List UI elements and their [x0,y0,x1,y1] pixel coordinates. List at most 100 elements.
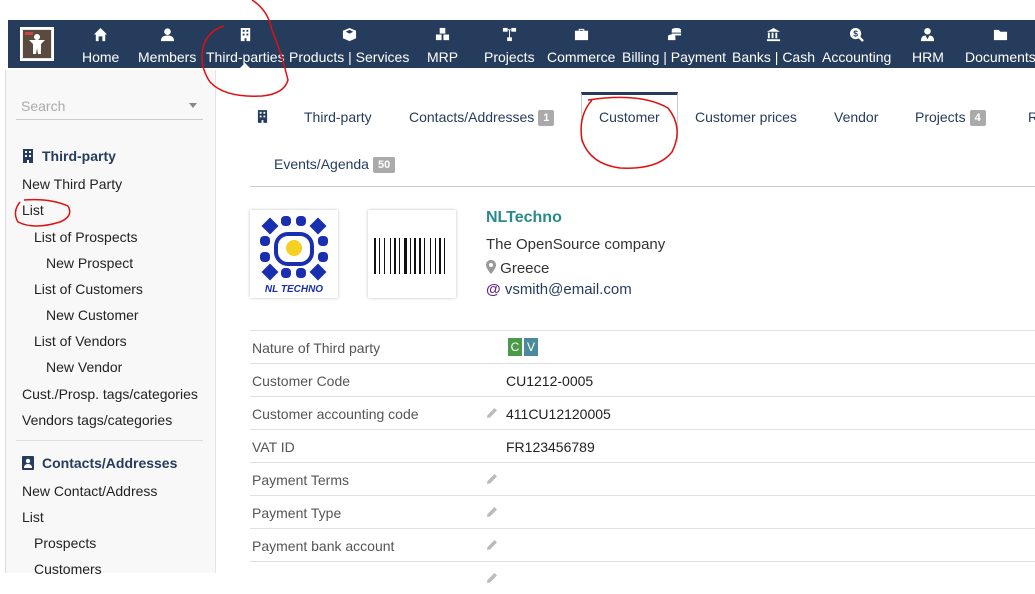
nav-members[interactable]: Members [138,20,196,68]
user-tie-icon [921,27,935,42]
pencil-icon[interactable] [486,473,498,485]
sidebar-item-new-customer[interactable]: New Customer [46,307,139,323]
nav-label: Projects [484,49,535,65]
cube-icon [342,27,356,42]
field-row-payment-terms: Payment Terms [250,462,1035,495]
sidebar-heading-contacts[interactable]: Contacts/Addresses [42,455,177,471]
nav-commerce[interactable]: Commerce [547,20,615,68]
nav-billing-payment[interactable]: Billing | Payment [622,20,726,68]
events-count-badge: 50 [372,157,396,173]
sidebar-item-new-contact[interactable]: New Contact/Address [22,483,157,499]
vendor-tag: V [524,338,538,356]
building-icon [240,27,250,42]
nav-third-parties[interactable]: Third-parties [206,20,285,69]
nav-accounting[interactable]: $ Accounting [822,20,891,68]
sitemap-icon [502,27,516,42]
search-placeholder: Search [21,98,66,114]
svg-text:$: $ [853,28,858,38]
field-row-payment-type: Payment Type [250,495,1035,528]
nav-label: Accounting [822,49,892,65]
email-value: vsmith@email.com [504,281,632,298]
nav-mrp[interactable]: MRP [427,20,458,68]
sidebar-item-contact-prospects[interactable]: Prospects [34,535,96,551]
nav-label: Billing | Payment [622,49,727,65]
field-label: Nature of Third party [252,340,381,356]
nav-hrm[interactable]: HRM [912,20,944,68]
field-row-payment-bank-account: Payment bank account [250,528,1035,561]
field-value: 411CU12120005 [506,406,611,422]
main-content: Third-party Contacts/Addresses 1 Customer… [216,70,1035,583]
sidebar-heading-third-party[interactable]: Third-party [42,148,116,164]
tab-customer-prices[interactable]: Customer prices [695,109,797,125]
projects-count-badge: 4 [969,110,986,126]
tab-third-party[interactable]: Third-party [304,109,372,125]
nav-documents[interactable]: Documents [965,20,1035,68]
nav-projects[interactable]: Projects [484,20,535,68]
nature-tags: CV [508,338,540,356]
sidebar-item-vendor-tags[interactable]: Vendors tags/categories [22,412,172,428]
sidebar-item-contact-customers[interactable]: Customers [34,561,102,577]
company-logo-card[interactable]: NL TECHNO [250,210,338,298]
sidebar-item-list[interactable]: List [22,202,44,218]
dollar-search-icon: $ [850,27,865,42]
building-icon [23,149,33,163]
nav-label: Documents [965,49,1035,65]
contacts-count-badge: 1 [538,110,555,126]
sidebar-item-cust-prosp-tags[interactable]: Cust./Prosp. tags/categories [22,386,198,402]
tab-customer[interactable]: Customer [599,109,660,125]
sidebar-search-select[interactable]: Search [16,96,203,120]
pencil-icon[interactable] [486,539,498,551]
sidebar-item-new-third-party[interactable]: New Third Party [22,176,122,192]
sidebar-item-contact-list[interactable]: List [22,509,44,525]
company-email[interactable]: @ vsmith@email.com [486,281,632,298]
field-row-customer-accounting-code: Customer accounting code 411CU12120005 [250,396,1035,429]
field-value: FR123456789 [506,439,595,455]
barcode-icon [374,238,445,274]
field-row-nature: Nature of Third party CV [250,330,1035,363]
field-label: Customer Code [252,373,351,389]
company-country: Greece [486,260,549,277]
tab-label: Contacts/Addresses [409,109,535,125]
barcode-card[interactable] [368,210,456,298]
nav-label: Third-parties [206,49,285,65]
dolibarr-logo-icon [23,30,51,58]
nav-label: MRP [427,49,459,65]
nav-label: Products | Services [289,49,410,65]
sidebar-item-list-prospects[interactable]: List of Prospects [34,229,138,245]
nav-label: Home [82,49,120,65]
tab-label: Projects [915,109,966,125]
customer-tag: C [508,338,522,356]
tab-contacts-addresses[interactable]: Contacts/Addresses 1 [409,109,555,126]
nav-label: Members [138,49,197,65]
field-row-next [250,561,1035,594]
chevron-down-icon [189,103,197,108]
tabs-underline [250,186,1035,187]
nav-label: Banks | Cash [732,49,816,65]
nav-home[interactable]: Home [82,20,119,68]
pencil-icon[interactable] [486,407,498,419]
sidebar-item-list-vendors[interactable]: List of Vendors [34,333,127,349]
building-icon [257,110,268,123]
user-icon [160,28,174,42]
tab-label: Events/Agenda [274,156,369,172]
pencil-icon[interactable] [486,506,498,518]
tab-events-agenda[interactable]: Events/Agenda 50 [274,156,396,173]
sidebar-item-list-customers[interactable]: List of Customers [34,281,143,297]
tab-projects[interactable]: Projects 4 [915,109,986,126]
suitcase-icon [574,28,588,41]
field-value: CU1212-0005 [506,373,594,389]
nav-products-services[interactable]: Products | Services [289,20,409,68]
top-bar: Home Members Third-parties Products | Se… [0,0,1035,70]
tab-cut-off[interactable]: R [1028,109,1035,125]
field-label: VAT ID [252,439,295,455]
map-marker-icon [486,260,496,274]
at-icon: @ [486,281,501,298]
app-logo[interactable] [20,27,54,61]
pencil-icon[interactable] [486,572,498,584]
sidebar-item-new-vendor[interactable]: New Vendor [46,359,122,375]
nav-banks-cash[interactable]: Banks | Cash [732,20,815,68]
sidebar-item-new-prospect[interactable]: New Prospect [46,255,133,271]
cubes-icon [436,27,450,41]
tab-vendor[interactable]: Vendor [834,109,878,125]
country-name: Greece [500,260,550,277]
